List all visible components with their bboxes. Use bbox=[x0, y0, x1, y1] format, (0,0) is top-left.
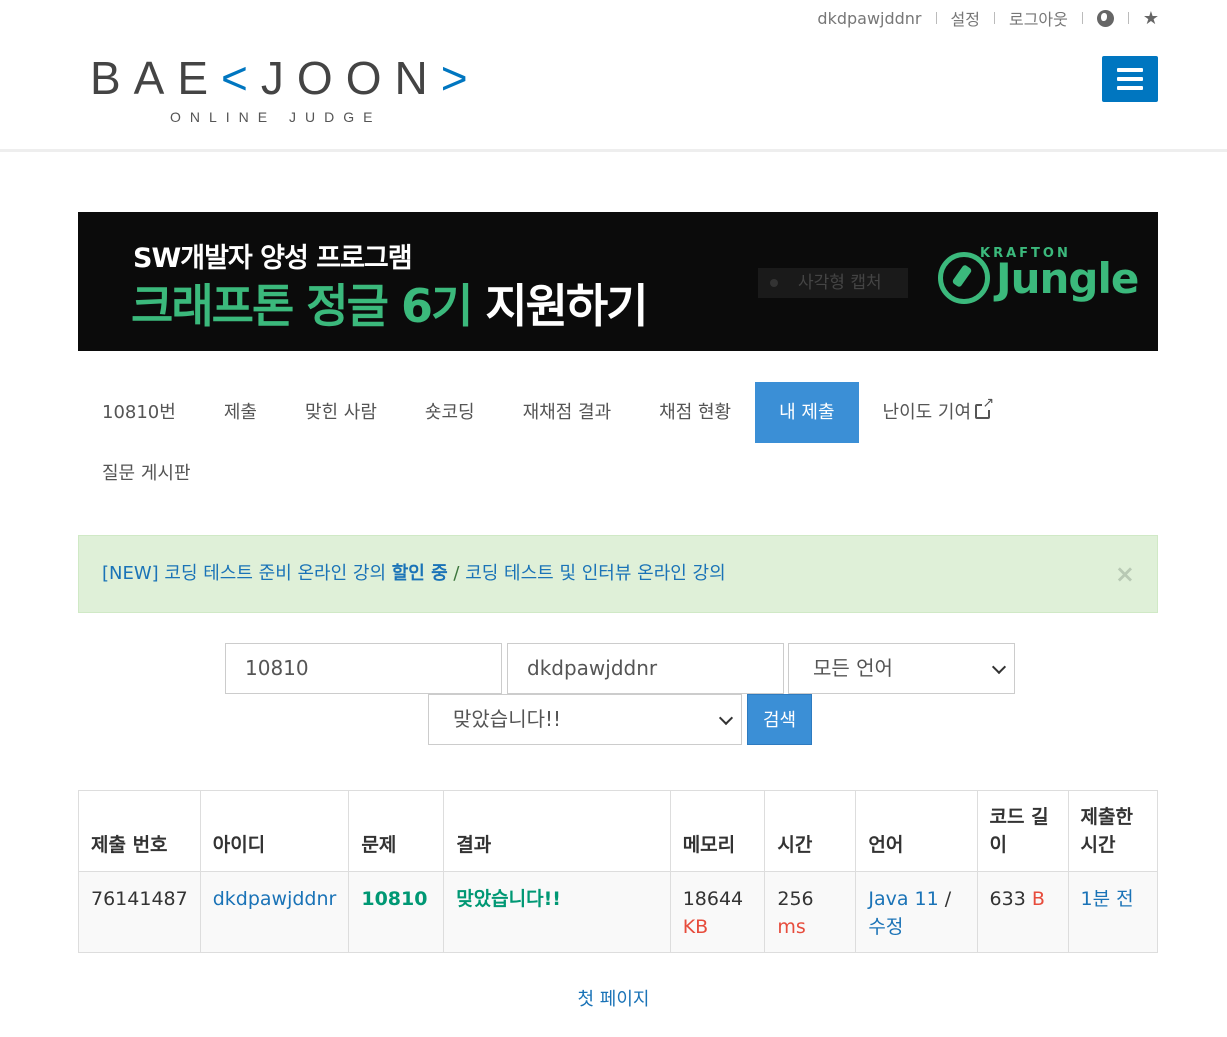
tab-short-coding[interactable]: 숏코딩 bbox=[401, 382, 499, 443]
header-submitted-time: 제출한 시간 bbox=[1067, 790, 1159, 872]
header-memory: 메모리 bbox=[669, 790, 766, 872]
language-select[interactable]: 모든 언어 bbox=[788, 643, 1015, 694]
ad-banner[interactable]: SW개발자 양성 프로그램 크래프톤 정글 6기 지원하기 사각형 캡처 Jun… bbox=[78, 212, 1158, 351]
menu-icon-bar bbox=[1117, 77, 1143, 81]
submissions-table: 제출 번호 아이디 문제 결과 메모리 시간 언어 코드 길이 제출한 시간 7… bbox=[78, 790, 1159, 953]
result-select[interactable]: 맞았습니다!! bbox=[428, 694, 742, 745]
settings-link[interactable]: 설정 bbox=[951, 6, 980, 30]
submitted-time-link[interactable]: 1분 전 bbox=[1081, 888, 1134, 910]
globe-icon[interactable] bbox=[1096, 9, 1114, 27]
header-time: 시간 bbox=[764, 790, 857, 872]
tab-status[interactable]: 채점 현황 bbox=[635, 382, 755, 443]
cell-code-length: 633 B bbox=[976, 871, 1069, 953]
header-submission-id: 제출 번호 bbox=[78, 790, 201, 872]
user-id-input[interactable]: dkdpawjddnr bbox=[507, 643, 784, 694]
capture-overlay: 사각형 캡처 bbox=[758, 268, 908, 298]
cell-language: Java 11 / 수정 bbox=[855, 871, 978, 953]
tab-qna-board[interactable]: 질문 게시판 bbox=[78, 443, 215, 504]
header-code-length: 코드 길이 bbox=[976, 790, 1069, 872]
chevron-down-icon bbox=[718, 710, 734, 726]
cell-problem: 10810 bbox=[348, 871, 445, 953]
tab-my-submissions[interactable]: 내 제출 bbox=[755, 382, 859, 443]
promo-alert: [NEW] 코딩 테스트 준비 온라인 강의 할인 중 / 코딩 테스트 및 인… bbox=[78, 535, 1158, 613]
tab-solvers[interactable]: 맞힌 사람 bbox=[281, 382, 401, 443]
cell-result: 맞았습니다!! bbox=[443, 871, 671, 953]
logo-wordmark: BAE<JOON> bbox=[90, 52, 481, 104]
logo-subtitle: ONLINE JUDGE bbox=[170, 109, 382, 125]
divider bbox=[1127, 12, 1129, 24]
promo-link-2[interactable]: 코딩 테스트 및 인터뷰 온라인 강의 bbox=[465, 563, 725, 584]
chevron-down-icon bbox=[991, 659, 1007, 675]
edit-link[interactable]: 수정 bbox=[868, 916, 903, 938]
hamburger-menu-button[interactable] bbox=[1102, 56, 1158, 102]
problem-link[interactable]: 10810 bbox=[361, 888, 427, 910]
source-link[interactable]: Java 11 bbox=[868, 888, 938, 910]
username-link[interactable]: dkdpawjddnr bbox=[817, 9, 921, 28]
promo-link-1[interactable]: [NEW] 코딩 테스트 준비 온라인 강의 할인 중 bbox=[102, 563, 448, 584]
cell-memory: 18644 KB bbox=[669, 871, 766, 953]
table-header-row: 제출 번호 아이디 문제 결과 메모리 시간 언어 코드 길이 제출한 시간 bbox=[78, 790, 1159, 872]
result-badge: 맞았습니다!! bbox=[456, 888, 561, 910]
close-icon[interactable]: × bbox=[1115, 536, 1135, 612]
site-logo[interactable]: BAE<JOON> ONLINE JUDGE bbox=[90, 55, 481, 125]
header-result: 결과 bbox=[443, 790, 671, 872]
external-link-icon bbox=[975, 396, 995, 419]
cell-user: dkdpawjddnr bbox=[199, 871, 350, 953]
divider bbox=[935, 12, 937, 24]
tab-problem[interactable]: 10810번 bbox=[78, 382, 200, 443]
divider bbox=[1081, 12, 1083, 24]
header-language: 언어 bbox=[855, 790, 978, 872]
star-icon[interactable]: ★ bbox=[1143, 8, 1159, 29]
top-user-bar: dkdpawjddnr 설정 로그아웃 ★ bbox=[817, 6, 1159, 30]
cell-time: 256 ms bbox=[764, 871, 857, 953]
menu-icon-bar bbox=[1117, 86, 1143, 90]
problem-id-input[interactable]: 10810 bbox=[225, 643, 502, 694]
tab-difficulty[interactable]: 난이도 기여 bbox=[859, 382, 1015, 443]
tab-submit[interactable]: 제출 bbox=[200, 382, 281, 443]
user-link[interactable]: dkdpawjddnr bbox=[213, 888, 337, 910]
logout-link[interactable]: 로그아웃 bbox=[1009, 6, 1068, 30]
problem-tabs: 10810번 제출 맞힌 사람 숏코딩 재채점 결과 채점 현황 내 제출 난이… bbox=[78, 382, 1158, 504]
first-page-link[interactable]: 첫 페이지 bbox=[0, 985, 1227, 1011]
tab-rejudge[interactable]: 재채점 결과 bbox=[499, 382, 636, 443]
cell-submitted-time: 1분 전 bbox=[1067, 871, 1159, 953]
divider bbox=[993, 12, 995, 24]
menu-icon-bar bbox=[1117, 68, 1143, 72]
cell-submission-id: 76141487 bbox=[78, 871, 201, 953]
table-row: 76141487 dkdpawjddnr 10810 맞았습니다!! 18644… bbox=[78, 871, 1159, 953]
header-user: 아이디 bbox=[199, 790, 350, 872]
krafton-label: KRAFTON bbox=[980, 246, 1071, 261]
search-button[interactable]: 검색 bbox=[747, 694, 812, 745]
banner-headline: 크래프톤 정글 6기 지원하기 bbox=[131, 279, 649, 333]
header-problem: 문제 bbox=[348, 790, 445, 872]
